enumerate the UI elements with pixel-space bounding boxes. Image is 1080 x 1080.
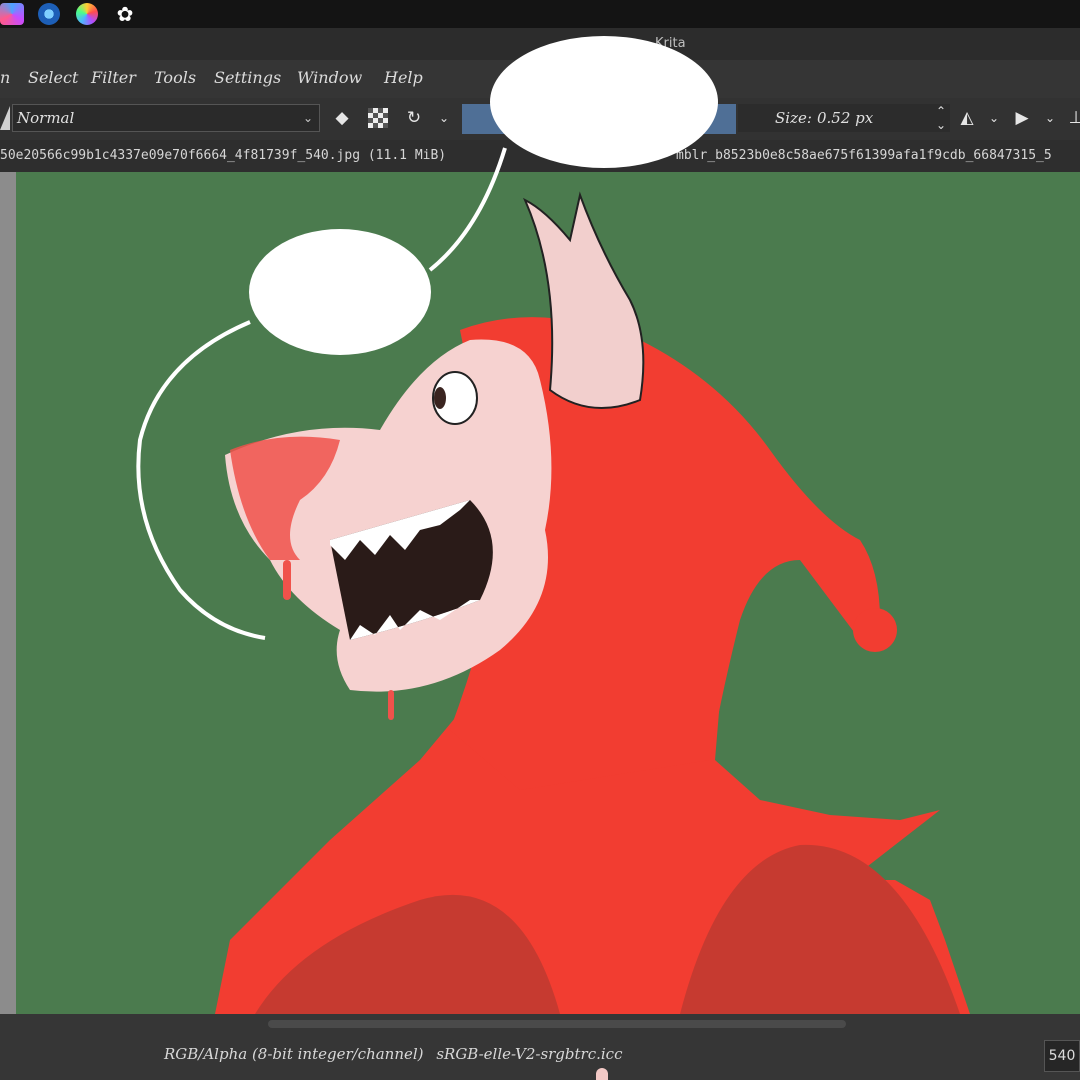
menu-image[interactable]: n — [0, 68, 10, 87]
blood-drip — [283, 560, 291, 600]
horizontal-scrollbar[interactable] — [268, 1020, 846, 1028]
drawing-canvas[interactable] — [16, 172, 1080, 1014]
tab-active-document[interactable]: 50e20566c99b1c4337e09e70f6664_4f81739f_5… — [0, 140, 446, 172]
pupil — [434, 387, 446, 409]
opacity-slider[interactable] — [462, 104, 736, 134]
zoom-field[interactable]: 540 — [1044, 1040, 1080, 1072]
reload-preset-icon[interactable]: ↻ — [402, 106, 426, 130]
mirror-vertical-icon[interactable]: ▶ — [1010, 106, 1034, 130]
menu-window[interactable]: Window — [297, 68, 362, 87]
chevron-down-icon[interactable]: ⌄ — [432, 106, 456, 130]
window-title-bar: Krita — [0, 28, 1080, 60]
menu-tools[interactable]: Tools — [154, 68, 196, 87]
cursor-icon — [596, 1068, 608, 1080]
spin-arrows-icon[interactable]: ⌃ ⌄ — [936, 104, 946, 132]
menu-bar: n Select Filter Tools Settings Window He… — [0, 60, 1080, 98]
jester-bell — [853, 608, 897, 652]
menu-settings[interactable]: Settings — [214, 68, 281, 87]
wrap-around-icon[interactable]: ⊥ — [1064, 106, 1080, 130]
alpha-lock-icon[interactable] — [366, 106, 390, 130]
menu-filter[interactable]: Filter — [91, 68, 136, 87]
menu-select[interactable]: Select — [28, 68, 78, 87]
eraser-icon[interactable]: ◆ — [330, 106, 354, 130]
settings-gear-icon[interactable]: ✿ — [114, 3, 136, 25]
document-tabs: 50e20566c99b1c4337e09e70f6664_4f81739f_5… — [0, 140, 1080, 172]
krita-icon[interactable] — [0, 3, 24, 25]
chevron-down-icon[interactable]: ⌄ — [982, 106, 1006, 130]
mirror-horizontal-icon[interactable]: ◭ — [955, 106, 979, 130]
taskbar: ✿ — [0, 0, 1080, 28]
color-wheel-icon[interactable] — [76, 3, 98, 25]
tab-other-document[interactable]: mblr_b8523b0e8c58ae675f61399afa1f9cdb_66… — [676, 140, 1052, 172]
browser-icon[interactable] — [38, 3, 60, 25]
color-profile: sRGB-elle-V2-srgbtrc.icc — [436, 1045, 623, 1063]
size-value: 0.52 px — [817, 109, 874, 127]
color-model: RGB/Alpha (8-bit integer/channel) — [164, 1045, 424, 1063]
chevron-down-icon: ⌄ — [302, 111, 313, 125]
artwork — [215, 191, 970, 1014]
brush-preset-icon[interactable] — [0, 106, 10, 130]
vertical-scrollbar[interactable] — [0, 172, 16, 1014]
blood-drip — [388, 690, 394, 720]
chevron-down-icon[interactable]: ⌄ — [1038, 106, 1062, 130]
blend-mode-select[interactable]: Normal ⌄ — [12, 104, 320, 132]
size-label: Size: — [775, 109, 812, 127]
brush-size-field[interactable]: Size: 0.52 px ⌃ ⌄ — [738, 104, 950, 132]
window-title: Krita — [655, 36, 686, 51]
blend-mode-value: Normal — [17, 109, 75, 127]
status-color-info: RGB/Alpha (8-bit integer/channel) sRGB-e… — [164, 1045, 622, 1063]
menu-help[interactable]: Help — [384, 68, 423, 87]
